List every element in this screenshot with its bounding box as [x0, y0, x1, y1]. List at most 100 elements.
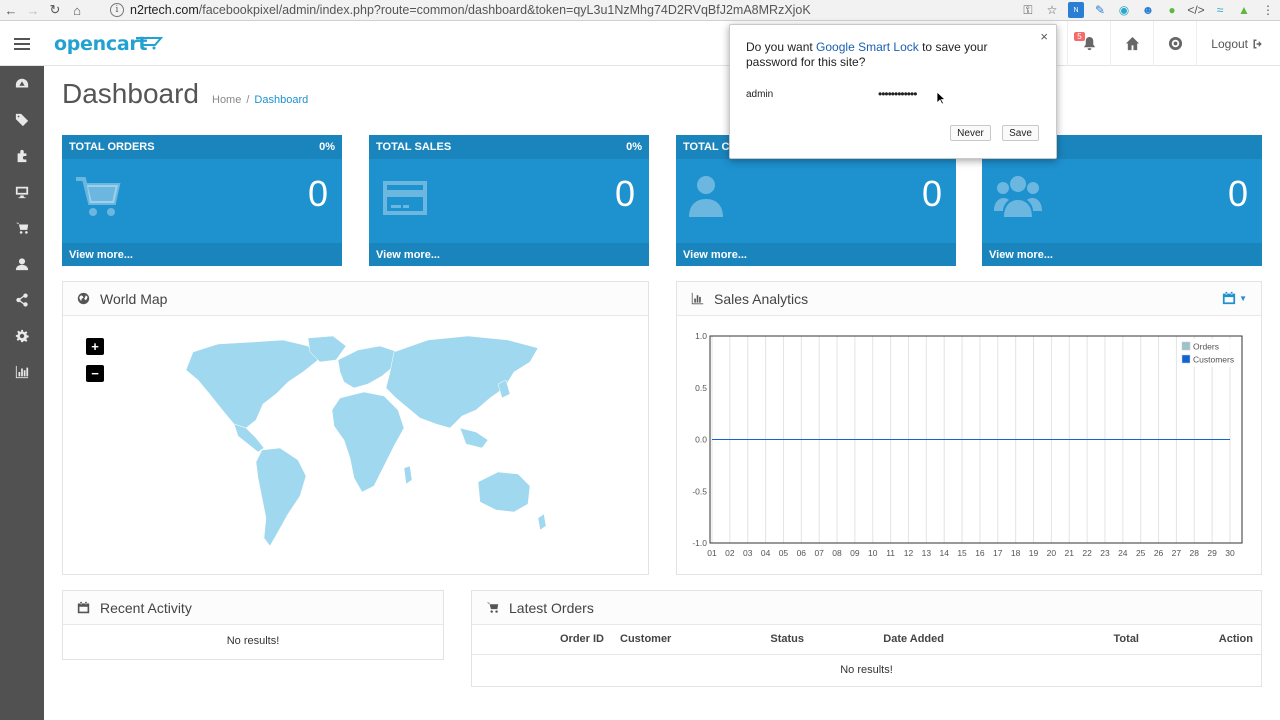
bar-chart-icon	[691, 292, 704, 305]
panel-title: World Map	[100, 290, 168, 307]
address-bar[interactable]: i n2rtech.com/facebookpixel/admin/index.…	[110, 1, 1028, 19]
sidebar	[0, 66, 44, 720]
menu-toggle-icon[interactable]	[14, 38, 30, 50]
logo-cart-icon	[136, 37, 163, 50]
sidebar-item-system[interactable]	[0, 318, 44, 354]
date-range-dropdown[interactable]: ▼	[1222, 291, 1247, 305]
tile-percent: 0%	[626, 141, 642, 153]
opencart-logo[interactable]: opencart	[54, 33, 148, 55]
extension-green2-icon[interactable]: ▲	[1236, 2, 1252, 18]
x-tick-label: 11	[886, 548, 895, 558]
x-tick-label: 22	[1082, 548, 1092, 558]
x-tick-label: 16	[975, 548, 985, 558]
column-order-id[interactable]: Order ID	[472, 625, 612, 655]
tile-value: 0	[614, 173, 635, 214]
map-central-america[interactable]	[233, 423, 265, 453]
map-zoom-in-button[interactable]: +	[86, 338, 104, 355]
url-host: n2rtech.com	[130, 3, 199, 17]
map-madagascar[interactable]	[403, 465, 413, 485]
sidebar-item-marketing[interactable]	[0, 282, 44, 318]
latest-orders-panel: Latest Orders Order ID Customer Status D…	[471, 590, 1262, 687]
save-button[interactable]: Save	[1002, 125, 1039, 141]
back-icon[interactable]: ←	[0, 0, 22, 20]
sidebar-item-sales[interactable]	[0, 210, 44, 246]
url-path: /facebookpixel/admin/index.php?route=com…	[198, 3, 811, 17]
user-icon	[688, 175, 736, 219]
x-tick-label: 14	[939, 548, 949, 558]
logout-button[interactable]: Logout	[1196, 21, 1280, 66]
x-tick-label: 06	[797, 548, 807, 558]
never-button[interactable]: Never	[950, 125, 991, 141]
column-date-added[interactable]: Date Added	[812, 625, 952, 655]
orders-table: Order ID Customer Status Date Added Tota…	[472, 625, 1261, 685]
bar-chart-icon	[15, 365, 29, 379]
table-row: No results!	[472, 654, 1261, 685]
view-more-link[interactable]: View more...	[369, 243, 649, 266]
forward-icon[interactable]: →	[22, 0, 44, 20]
puzzle-icon	[17, 149, 27, 163]
home-icon[interactable]: ⌂	[66, 0, 88, 20]
browser-toolbar: ← → ↻ ⌂ i n2rtech.com/facebookpixel/admi…	[0, 0, 1280, 21]
smart-lock-link[interactable]: Google Smart Lock	[816, 40, 919, 54]
map-zoom-out-button[interactable]: −	[86, 365, 104, 382]
map-new-zealand[interactable]	[537, 513, 547, 531]
sidebar-item-reports[interactable]	[0, 354, 44, 390]
cart-icon	[486, 602, 499, 613]
view-more-link[interactable]: View more...	[62, 243, 342, 266]
x-tick-label: 28	[1190, 548, 1200, 558]
notifications-button[interactable]: 5	[1067, 21, 1110, 66]
extension-circle-icon[interactable]: ◉	[1116, 2, 1132, 18]
world-map[interactable]	[158, 332, 553, 557]
reload-icon[interactable]: ↻	[44, 0, 66, 20]
sidebar-item-extensions[interactable]	[0, 138, 44, 174]
x-tick-label: 03	[743, 548, 753, 558]
calendar-icon	[1222, 291, 1236, 305]
sales-analytics-panel: Sales Analytics ▼ 1.0 0.5 0.0 -0.5 -1.0 01 02 0…	[676, 281, 1262, 575]
extension-code-icon[interactable]: </>	[1187, 2, 1204, 18]
sidebar-item-catalog[interactable]	[0, 102, 44, 138]
x-tick-label: 17	[993, 548, 1003, 558]
sign-out-icon	[1253, 39, 1262, 48]
credit-card-icon	[381, 175, 429, 219]
extension-green-icon[interactable]: ●	[1164, 2, 1180, 18]
map-southeast-asia[interactable]	[459, 427, 489, 449]
info-icon[interactable]: i	[110, 3, 124, 17]
tile-value: 0	[921, 173, 942, 214]
key-icon[interactable]: ⚿	[1020, 2, 1036, 18]
close-icon[interactable]: ×	[1040, 29, 1048, 44]
view-more-link[interactable]: View more...	[982, 243, 1262, 266]
breadcrumb-home[interactable]: Home	[212, 94, 241, 106]
column-status[interactable]: Status	[752, 625, 812, 655]
breadcrumb-dashboard[interactable]: Dashboard	[254, 94, 308, 106]
sidebar-item-customers[interactable]	[0, 246, 44, 282]
empty-message: No results!	[226, 635, 280, 647]
browser-menu-icon[interactable]: ⋮	[1260, 2, 1276, 18]
map-africa[interactable]	[331, 391, 405, 493]
x-tick-label: 27	[1172, 548, 1182, 558]
tile-total-orders: TOTAL ORDERS 0% 0 View more...	[62, 135, 342, 266]
column-total[interactable]: Total	[952, 625, 1147, 655]
map-asia[interactable]	[385, 335, 539, 429]
map-north-america[interactable]	[185, 339, 319, 429]
x-tick-label: 15	[957, 548, 967, 558]
map-south-america[interactable]	[255, 447, 307, 547]
message-text: Do you want	[746, 40, 817, 54]
sidebar-item-design[interactable]	[0, 174, 44, 210]
extension-person-icon[interactable]: ☻	[1140, 2, 1156, 18]
column-action: Action	[1147, 625, 1261, 655]
column-customer[interactable]: Customer	[612, 625, 752, 655]
saved-password[interactable]: ••••••••••••	[878, 87, 917, 101]
help-button[interactable]	[1153, 21, 1196, 66]
sidebar-item-dashboard[interactable]	[0, 66, 44, 102]
y-tick-label: 1.0	[695, 331, 707, 341]
x-tick-label: 02	[725, 548, 735, 558]
store-home-button[interactable]	[1110, 21, 1153, 66]
extension-wifi-icon[interactable]: ≈	[1212, 2, 1228, 18]
extension-new-icon[interactable]: N	[1068, 2, 1084, 18]
star-icon[interactable]: ☆	[1044, 2, 1060, 18]
extension-edit-icon[interactable]: ✎	[1092, 2, 1108, 18]
x-tick-label: 07	[814, 548, 824, 558]
map-australia[interactable]	[477, 471, 531, 513]
view-more-link[interactable]: View more...	[676, 243, 956, 266]
x-tick-label: 12	[904, 548, 914, 558]
